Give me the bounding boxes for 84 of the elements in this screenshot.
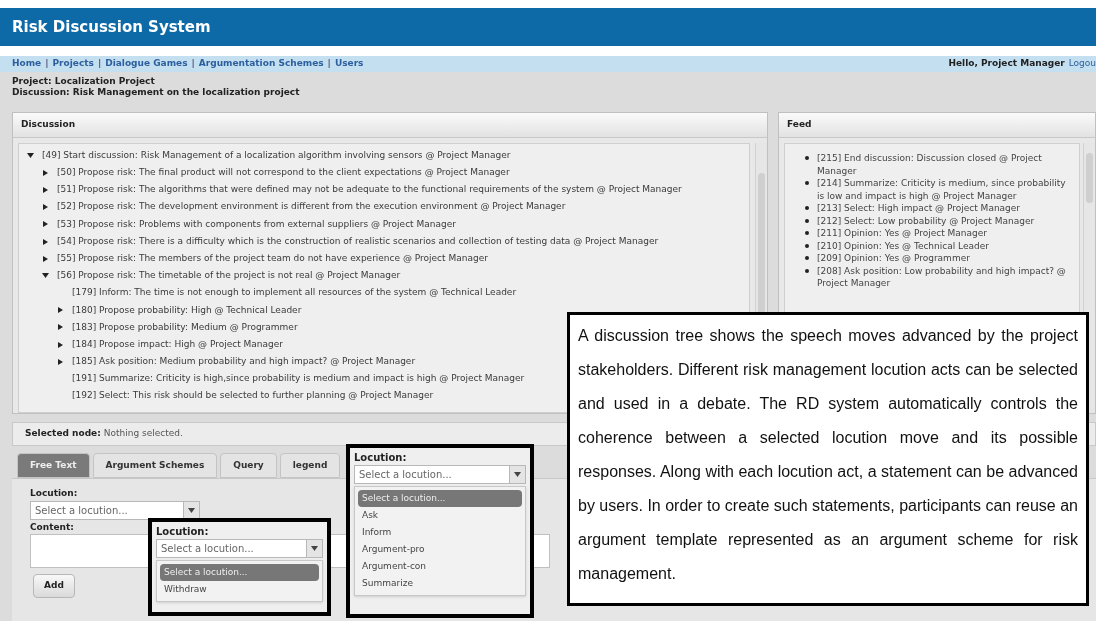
dropdown-option[interactable]: Select a locution... [160,564,319,581]
tree-node[interactable]: [51] Propose risk: The algorithms that were defined may not be adequate to the functional requirements of the system @ Project Manager [57,183,682,197]
annotation-text: A discussion tree shows the speech moves advanced by the project stakeholders. Different risk management locution acts can be selected and used in a debate. The RD system automatically controls the coherence between a selected locution move and its possible responses. Along with each locution act, a statement can be advanced by users. In order to create such statements, participants can reuse an argument template represented as an argument scheme for risk management. [578,326,1078,584]
tree-node[interactable]: [56] Propose risk: The timetable of the project is not real @ Project Manager [57,269,401,283]
bullet-icon [805,268,809,273]
collapsed-toggle-icon[interactable] [43,255,48,262]
panel-header: Discussion [13,113,767,138]
bullet-icon [805,206,809,210]
dropdown-option[interactable]: Inform [358,524,522,541]
nav-link[interactable]: Users [334,57,364,71]
nav-separator: | [97,57,102,71]
tab[interactable]: Argument Schemes [92,453,218,478]
feed-item: [215] End discussion: Discussion closed @ Project Manager [817,152,1043,177]
collapsed-toggle-icon[interactable] [43,204,48,211]
nav-link[interactable]: Projects [52,57,94,71]
field-label: Locution: [156,525,209,539]
expanded-toggle-icon[interactable] [27,153,34,159]
tree-node[interactable]: [183] Propose probability: Medium @ Programmer [72,320,298,335]
dropdown-option[interactable]: Withdraw [160,581,319,598]
caret-icon [188,507,195,513]
collapsed-toggle-icon[interactable] [43,186,48,193]
expanded-toggle-icon[interactable] [42,273,49,279]
collapsed-toggle-icon[interactable] [43,169,48,176]
tree-node[interactable]: [55] Propose risk: The members of the project team do not have experience @ Project Manager [57,251,488,266]
tab[interactable]: Free Text [17,453,90,478]
dropdown-option[interactable]: Argument-con [358,558,522,575]
tree-node[interactable]: [191] Summarize: Criticity is high,since probability is medium and impact is high @ Project Manager [72,372,525,386]
bullet-icon [805,231,809,235]
collapsed-toggle-icon[interactable] [58,358,63,365]
locution-select[interactable]: Select a locution... [354,465,526,484]
tab[interactable]: Query [220,453,277,478]
locution-select[interactable]: Select a locution... [156,539,323,558]
project-info: Project: Localization Project [12,76,156,87]
collapsed-toggle-icon[interactable] [58,307,63,314]
tree-node[interactable]: [49] Start discussion: Risk Management of a localization algorithm involving sensors @ Project Manager [42,148,511,163]
nav-separator: | [45,57,49,71]
collapsed-toggle-icon[interactable] [43,238,48,245]
bullet-icon [805,156,809,160]
nav-link[interactable]: Dialogue Games [105,57,188,71]
bullet-icon [805,243,809,248]
tree-node[interactable]: [50] Propose risk: The final product will not correspond to the client expectations @ Project Manager [57,166,510,180]
feed-item: [212] Select: Low probability @ Project Manager [817,214,1035,227]
field-label: Content: [30,520,74,534]
nav-separator: | [191,57,195,71]
project-info: Discussion: Risk Management on the localization project [12,87,301,98]
feed-item: [209] Opinion: Yes @ Programmer [817,252,970,265]
logout-link[interactable]: Logou [1068,57,1096,71]
feed-item: [214] Summarize: Criticity is medium, since probability is low and impact is high @ Project Manager [817,177,1067,202]
nav-link[interactable]: Home [12,57,42,71]
app-title: Risk Discussion System [12,16,211,38]
bullet-icon [805,218,809,223]
field-label: Selected node: [25,427,101,441]
dropdown-option[interactable]: Summarize [358,575,522,592]
tree-node[interactable]: [52] Propose risk: The development environment is different from the execution environment @ Project Manager [57,200,566,214]
tree-node[interactable]: [54] Propose risk: There is a difficulty which is the construction of realistic scenarios and collection of testing data @ Project Manager [57,234,659,249]
tree-node[interactable]: [185] Ask position: Medium probability and high impact? @ Project Manager [72,355,416,369]
feed-item: [210] Opinion: Yes @ Technical Leader [817,239,989,252]
dropdown-option[interactable]: Select a locution... [358,490,522,507]
tree-node[interactable]: [192] Select: This risk should be selected to further planning @ Project Manager [72,389,434,403]
tree-node[interactable]: [179] Inform: The time is not enough to implement all resources of the system @ Technical Leader [72,286,517,300]
tab[interactable]: legend [279,453,341,478]
collapsed-toggle-icon[interactable] [58,324,63,331]
add-button[interactable]: Add [33,574,75,598]
panel-header: Feed [779,113,1095,138]
selected-node-value: Nothing selected. [103,427,183,441]
nav-link[interactable]: Argumentation Schemes [198,57,324,71]
greeting: Hello, Project Manager [948,57,1065,71]
dropdown-option[interactable]: Argument-pro [358,541,522,558]
dropdown-option[interactable]: Ask [358,507,522,524]
feed-item: [213] Select: High impact @ Project Manager [817,202,1021,215]
locution-select[interactable]: Select a locution... [30,500,200,520]
collapsed-toggle-icon[interactable] [58,341,63,348]
caret-icon [311,546,318,551]
bullet-icon [805,256,809,260]
tree-node[interactable]: [180] Propose probability: High @ Technical Leader [72,303,302,318]
feed-item: [208] Ask position: Low probability and high impact? @ Project Manager [817,264,1067,290]
tree-node[interactable]: [53] Propose risk: Problems with components from external suppliers @ Project Manager [57,217,456,232]
nav-separator: | [327,57,331,71]
collapsed-toggle-icon[interactable] [43,221,48,228]
tree-node[interactable]: [184] Propose impact: High @ Project Manager [72,337,284,352]
field-label: Locution: [30,487,78,500]
bullet-icon [805,181,809,185]
field-label: Locution: [354,451,407,465]
feed-item: [211] Opinion: Yes @ Project Manager [817,227,988,240]
